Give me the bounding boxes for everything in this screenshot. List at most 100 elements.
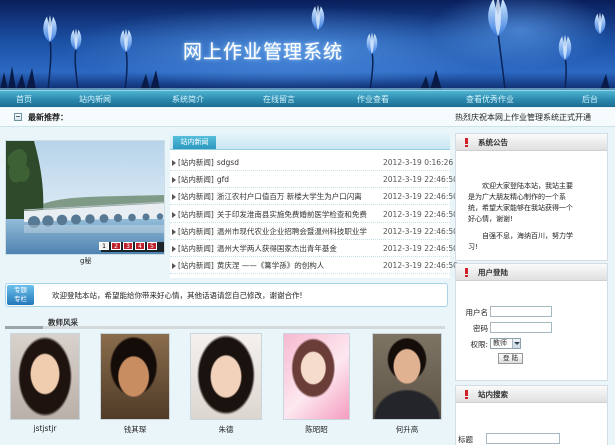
recommend-icon — [14, 113, 22, 121]
welcome-text: 欢迎登陆本站，希望能给你带来好心情，其他话语请您自己修改，谢谢合作! — [52, 291, 303, 300]
badge-line-1: 专题 — [14, 286, 27, 294]
recommend-link[interactable]: 热烈庆祝本网上作业管理系统正式开通 — [455, 112, 591, 123]
news-link[interactable]: [站内新闻] 关于印发淮南县实施免费婚前医学检查和免费 — [178, 207, 383, 223]
news-link[interactable]: [站内新闻] 温州市现代农业企业招聘会暨温州科技职业学 — [178, 224, 383, 240]
nav-guestbook[interactable]: 在线留言 — [263, 94, 295, 105]
news-slideshow-image[interactable] — [5, 140, 165, 255]
news-category: [站内新闻] — [178, 209, 214, 219]
news-panel: 站内新闻 [站内新闻] sdgsd 2012-3-19 0:16:26 [站内新闻… — [170, 133, 458, 278]
slide-page-1[interactable]: 1 — [99, 242, 109, 250]
teacher-name[interactable]: jstjstjr — [10, 424, 80, 433]
bullet-arrow-icon — [172, 160, 176, 166]
teacher-photo[interactable] — [10, 333, 80, 420]
announcement-box: 系统公告 欢迎大家登陆本站，我站主要是为广大朋友精心制作的一个系统，希望大家能够… — [455, 133, 608, 261]
announcement-paragraph: 欢迎大家登陆本站，我站主要是为广大朋友精心制作的一个系统，希望大家能够在我站获得… — [468, 182, 573, 223]
teacher-name[interactable]: 陈昭昭 — [283, 424, 350, 435]
bullet-arrow-icon — [172, 246, 176, 252]
slide-page-5[interactable]: 5 — [147, 242, 157, 250]
news-date: 2012-3-19 22:46:50 — [383, 244, 458, 253]
slide-page-2[interactable]: 2 — [111, 242, 121, 250]
teacher-photo[interactable] — [100, 333, 170, 420]
news-title: 温州大学两人获得国家杰出青年基金 — [216, 244, 337, 253]
news-date: 2012-3-19 0:16:26 — [383, 158, 454, 167]
alert-icon — [465, 138, 468, 147]
news-date: 2012-3-19 22:46:50 — [383, 261, 458, 271]
teacher-name[interactable]: 钱其琛 — [100, 424, 170, 435]
news-title: gfd — [216, 175, 230, 185]
news-date: 2012-3-19 22:46:50 — [383, 175, 458, 185]
login-button[interactable]: 登 陆 — [498, 353, 523, 364]
news-link[interactable]: [站内新闻] 温州大学两人获得国家杰出青年基金 — [178, 241, 383, 257]
search-title-label: 标题 — [458, 435, 473, 444]
nav-system-intro[interactable]: 系统简介 — [172, 94, 204, 105]
role-select[interactable]: 教师 — [490, 338, 521, 349]
news-link[interactable]: [站内新闻] 黄庆涅 ——《篝学孫》的创构人 — [178, 258, 383, 274]
news-category: [站内新闻] — [178, 175, 214, 185]
news-category: [站内新闻] — [178, 158, 214, 167]
nav-site-news[interactable]: 站内新闻 — [79, 94, 111, 105]
news-link[interactable]: [站内新闻] 浙江农村户口值百万 新楼大学生为户口闪离 — [178, 189, 383, 205]
news-item: [站内新闻] 温州大学两人获得国家杰出青年基金 2012-3-19 22:46:5… — [170, 241, 458, 257]
topic-column-badge[interactable]: 专题 专栏 — [7, 285, 34, 305]
news-category: [站内新闻] — [178, 261, 214, 271]
site-title: 网上作业管理系统 — [183, 41, 344, 63]
main-nav: 首页 站内新闻 系统简介 在线留言 作业查看 查看优秀作业 后台 — [0, 90, 615, 107]
teacher-photo[interactable] — [190, 333, 262, 420]
search-header: 站内搜索 — [456, 386, 607, 403]
bullet-arrow-icon — [172, 263, 176, 270]
recommend-bar: 最新推荐： 热烈庆祝本网上作业管理系统正式开通 — [0, 108, 615, 127]
news-title: 温州市现代农业企业招聘会暨温州科技职业学 — [216, 226, 367, 236]
username-input[interactable] — [490, 306, 552, 317]
news-link[interactable]: [站内新闻] sdgsd — [178, 155, 383, 171]
search-title: 站内搜索 — [478, 390, 508, 399]
username-label: 用户名 — [465, 308, 489, 317]
news-title: sdgsd — [216, 158, 239, 167]
teacher-photo[interactable] — [372, 333, 442, 420]
recommend-marquee: 热烈庆祝本网上作业管理系统正式开通 — [452, 108, 615, 126]
bridge-photo — [6, 141, 164, 254]
news-item: [站内新闻] 关于印发淮南县实施免费婚前医学检查和免费 2012-3-19 22:… — [170, 207, 458, 223]
bullet-arrow-icon — [172, 194, 176, 201]
teachers-title: 教师风采 — [48, 318, 78, 327]
alert-icon — [465, 390, 468, 399]
news-category: [站内新闻] — [178, 192, 214, 202]
badge-line-2: 专栏 — [14, 295, 27, 303]
news-title: 关于印发淮南县实施免费婚前医学检查和免费 — [216, 209, 367, 219]
slide-page-4[interactable]: 4 — [135, 242, 145, 250]
news-item: [站内新闻] 浙江农村户口值百万 新楼大学生为户口闪离 2012-3-19 22:… — [170, 189, 458, 206]
news-title: 浙江农村户口值百万 新楼大学生为户口闪离 — [216, 192, 362, 202]
announcement-title: 系统公告 — [478, 138, 508, 147]
search-input[interactable] — [486, 433, 560, 444]
bullet-arrow-icon — [172, 228, 176, 235]
announcement-body: 欢迎大家登陆本站，我站主要是为广大朋友精心制作的一个系统，希望大家能够在我站获得… — [468, 181, 578, 259]
announcement-header: 系统公告 — [456, 134, 607, 151]
teacher-name[interactable]: 朱德 — [190, 424, 262, 435]
password-label: 密码 — [473, 324, 488, 333]
slide-page-3[interactable]: 3 — [123, 242, 133, 250]
news-item: [站内新闻] 温州市现代农业企业招聘会暨温州科技职业学 2012-3-19 22:… — [170, 224, 458, 240]
news-item: [站内新闻] 黄庆涅 ——《篝学孫》的创构人 2012-3-19 22:46:50 — [170, 258, 458, 275]
news-category: [站内新闻] — [178, 244, 214, 253]
news-category: [站内新闻] — [178, 226, 214, 236]
login-title: 用户登陆 — [478, 268, 508, 277]
news-item: [站内新闻] sdgsd 2012-3-19 0:16:26 — [170, 155, 454, 171]
header-banner: 网上作业管理系统 — [0, 0, 615, 90]
nav-excellent-homework[interactable]: 查看优秀作业 — [466, 94, 514, 105]
teacher-photo[interactable] — [283, 333, 350, 420]
nav-admin[interactable]: 后台 — [582, 94, 598, 105]
password-input[interactable] — [490, 322, 552, 333]
chevron-down-icon — [512, 339, 520, 348]
news-date: 2012-3-19 22:46:50 — [383, 192, 458, 202]
news-panel-header: 站内新闻 — [170, 133, 450, 150]
news-link[interactable]: [站内新闻] gfd — [178, 172, 383, 188]
role-label: 权限: — [470, 340, 488, 349]
news-title: 黄庆涅 ——《篝学孫》的创构人 — [216, 261, 325, 271]
teacher-name[interactable]: 何升高 — [372, 424, 442, 435]
nav-view-homework[interactable]: 作业查看 — [357, 94, 389, 105]
news-item: [站内新闻] gfd 2012-3-19 22:46:50 — [170, 172, 458, 189]
nav-home[interactable]: 首页 — [16, 94, 32, 105]
alert-icon — [465, 268, 468, 277]
tab-site-news[interactable]: 站内新闻 — [173, 136, 216, 149]
slideshow-caption[interactable]: g秘 — [80, 256, 91, 266]
page: 网上作业管理系统 首页 站内新闻 系统简介 在线留言 作业查看 查看优秀作业 后… — [0, 0, 615, 445]
